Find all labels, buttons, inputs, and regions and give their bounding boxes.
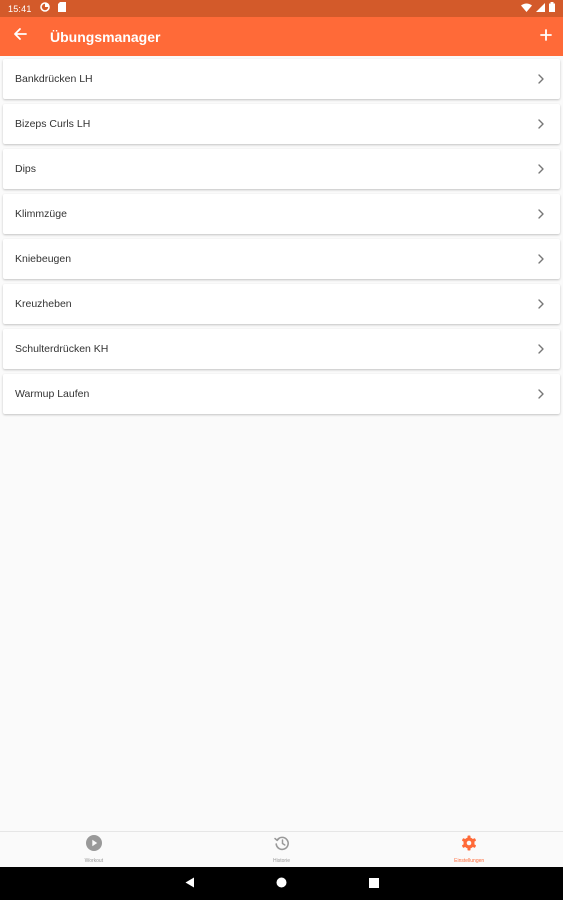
play-icon (85, 835, 102, 856)
battery-icon (549, 2, 555, 15)
nav-label: Einstellungen (454, 858, 485, 864)
chevron-right-icon (534, 342, 548, 356)
status-time: 15:41 (8, 3, 32, 14)
system-navigation-bar (0, 867, 563, 900)
chevron-right-icon (534, 207, 548, 221)
list-item-label: Schulterdrücken KH (15, 343, 109, 355)
circle-home-icon (276, 875, 287, 893)
arrow-back-icon (13, 27, 27, 46)
sd-card-icon (57, 2, 66, 15)
list-item-label: Kreuzheben (15, 298, 72, 310)
list-item[interactable]: Dips (3, 149, 560, 189)
list-item[interactable]: Kreuzheben (3, 284, 560, 324)
back-button[interactable] (0, 17, 40, 56)
system-back-button[interactable] (183, 877, 197, 891)
list-item-label: Kniebeugen (15, 253, 72, 265)
list-item-label: Dips (15, 163, 37, 175)
status-bar: 15:41 (0, 0, 563, 17)
list-item[interactable]: Schulterdrücken KH (3, 329, 560, 369)
list-item-label: Warmup Laufen (15, 388, 90, 400)
list-item[interactable]: Warmup Laufen (3, 374, 560, 414)
list-item-label: Klimmzüge (15, 208, 67, 220)
nav-label: Historie (273, 858, 290, 864)
triangle-back-icon (185, 875, 195, 893)
list-item[interactable]: Bankdrücken LH (3, 59, 560, 99)
exercise-list: Bankdrücken LH Bizeps Curls LH Dips Klim… (3, 59, 560, 419)
wifi-icon (521, 3, 532, 15)
list-item[interactable]: Klimmzüge (3, 194, 560, 234)
add-exercise-button[interactable] (529, 17, 563, 56)
chevron-right-icon (534, 387, 548, 401)
signal-icon (536, 2, 545, 15)
chevron-right-icon (534, 252, 548, 266)
list-item-label: Bizeps Curls LH (15, 118, 91, 130)
list-item[interactable]: Bizeps Curls LH (3, 104, 560, 144)
gear-icon (461, 835, 477, 856)
plus-icon (540, 28, 552, 46)
sync-icon (39, 2, 50, 15)
square-recents-icon (368, 875, 379, 893)
chevron-right-icon (534, 117, 548, 131)
chevron-right-icon (534, 162, 548, 176)
chevron-right-icon (534, 72, 548, 86)
nav-label: Workout (84, 858, 104, 864)
nav-item-einstellungen[interactable]: Einstellungen (375, 832, 563, 867)
nav-item-workout[interactable]: Workout (0, 832, 188, 867)
nav-item-historie[interactable]: Historie (188, 832, 376, 867)
list-item[interactable]: Kniebeugen (3, 239, 560, 279)
history-icon (273, 835, 290, 856)
page-title: Übungsmanager (50, 28, 161, 45)
list-item-label: Bankdrücken LH (15, 73, 93, 85)
bottom-navigation: Workout Historie Einstellungen (0, 831, 563, 867)
system-home-button[interactable] (275, 877, 289, 891)
system-recents-button[interactable] (367, 877, 381, 891)
app-bar: Übungsmanager (0, 17, 563, 56)
chevron-right-icon (534, 297, 548, 311)
